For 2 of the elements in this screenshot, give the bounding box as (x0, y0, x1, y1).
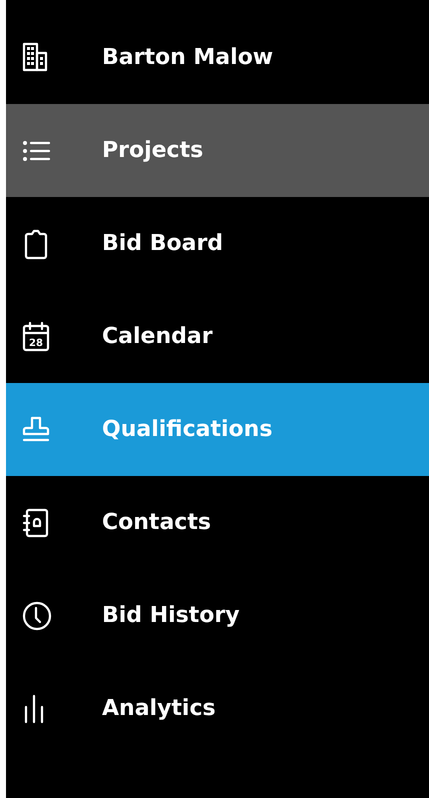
clock-icon (21, 600, 53, 632)
menu-item[interactable]: Projects (6, 104, 429, 197)
